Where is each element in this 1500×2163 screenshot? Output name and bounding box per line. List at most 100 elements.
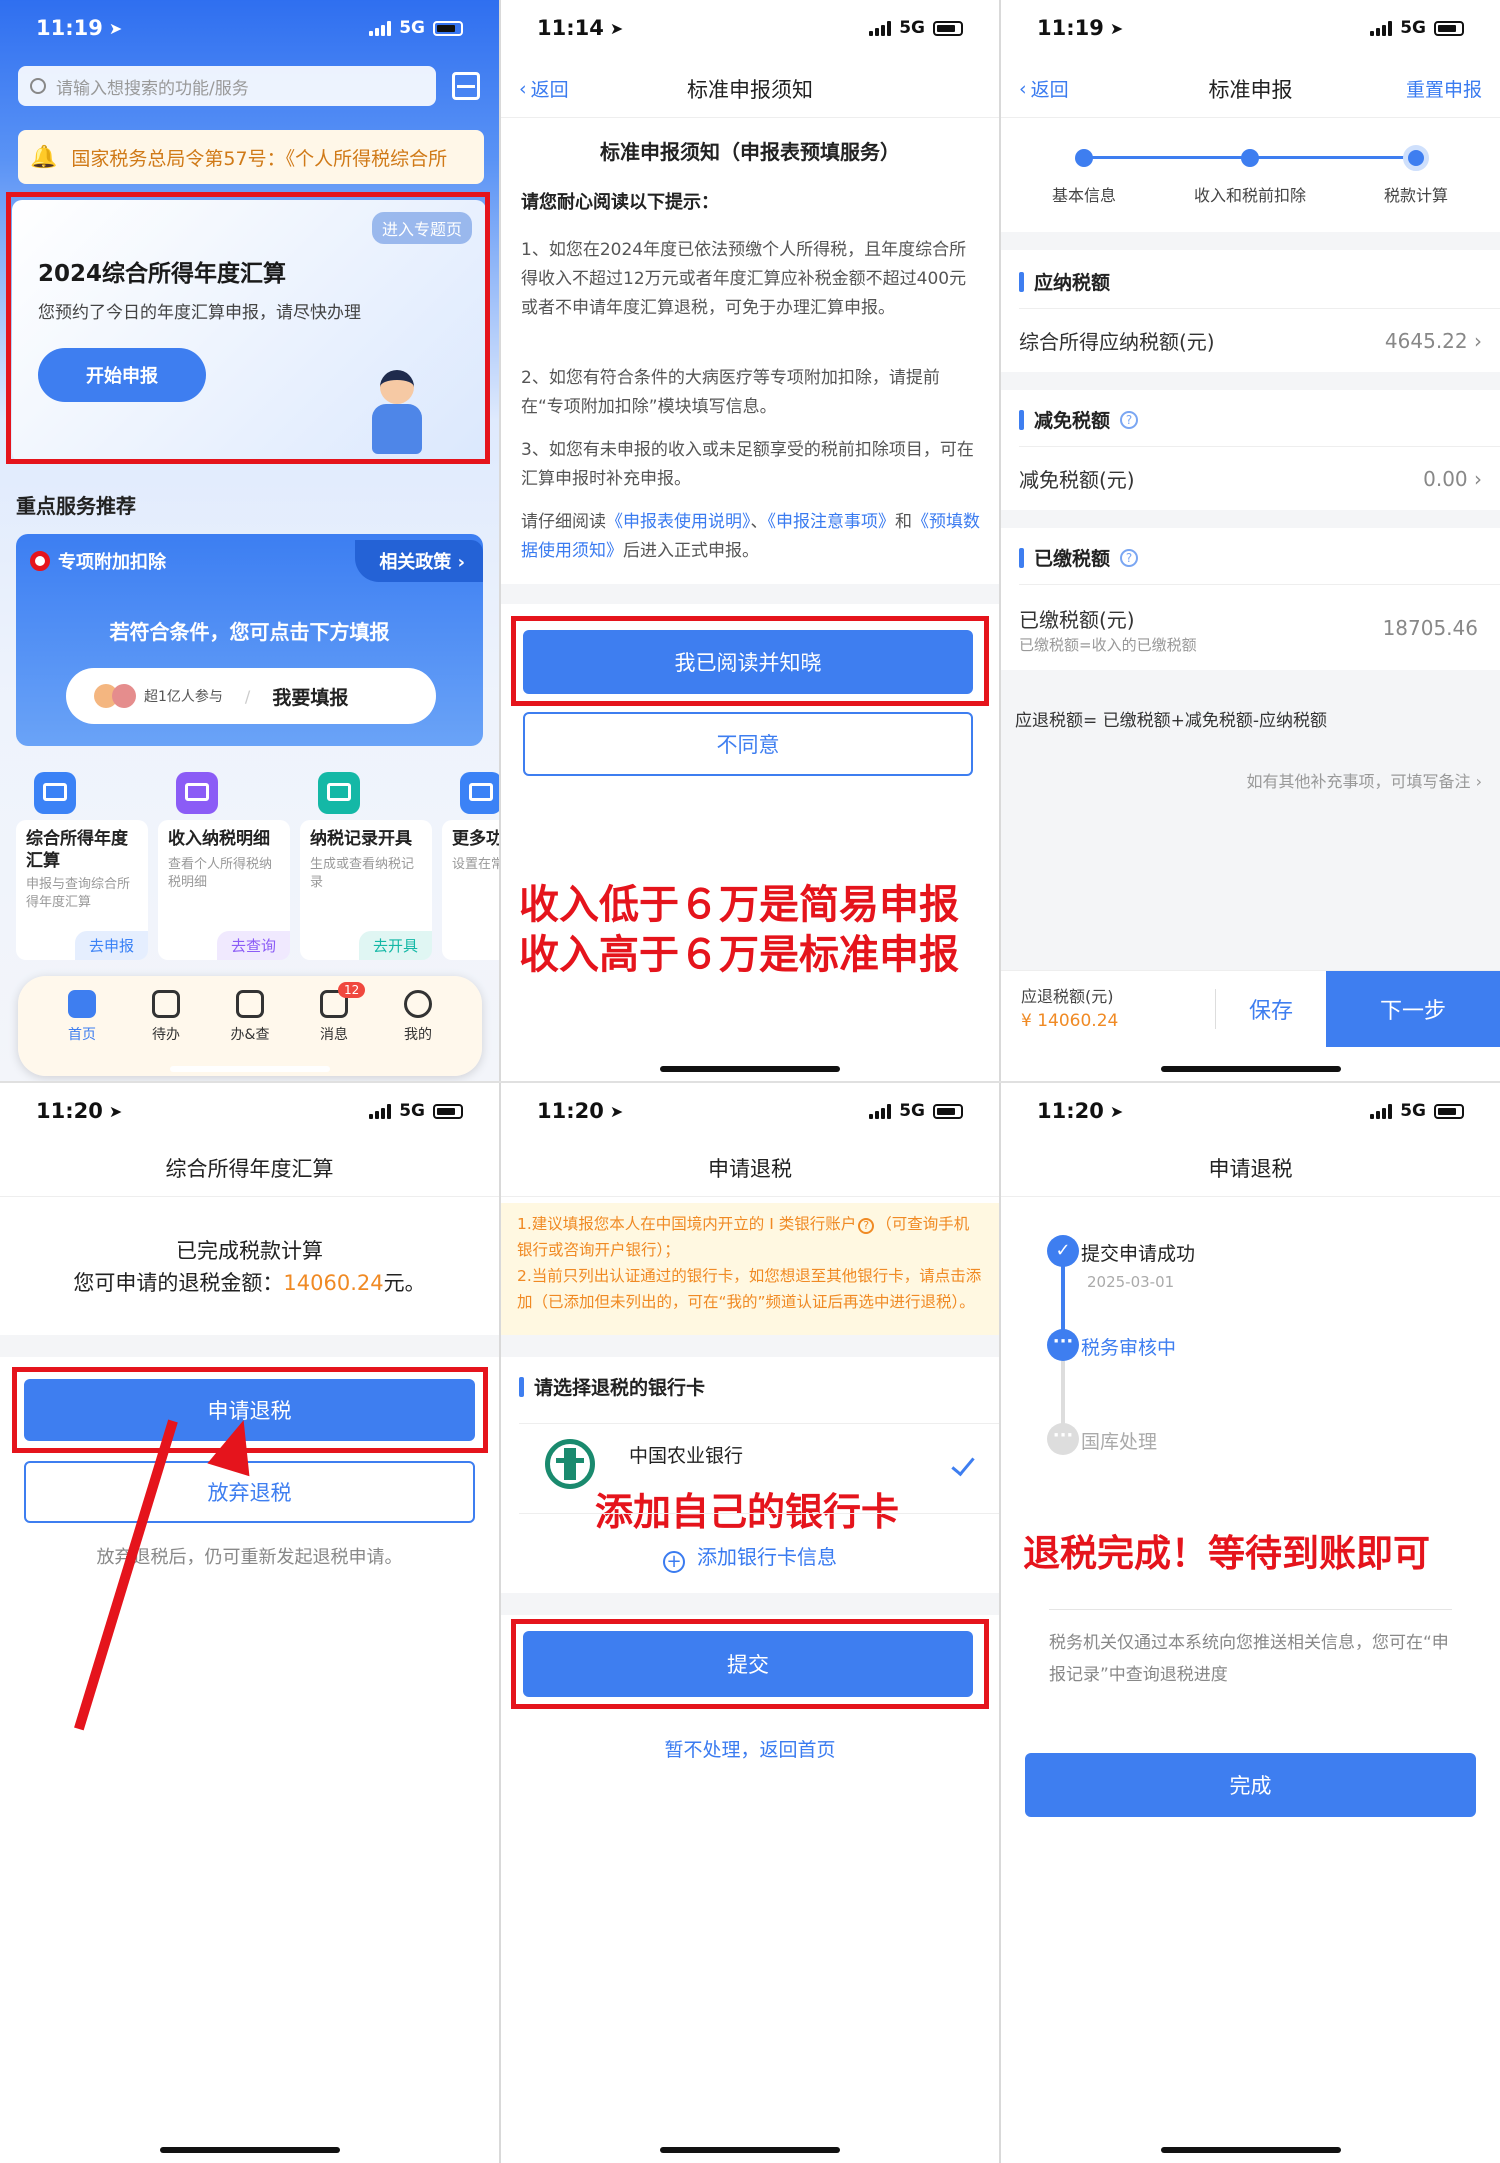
save-button[interactable]: 保存 <box>1216 971 1326 1047</box>
back-button[interactable]: ‹ 返回 <box>519 75 569 102</box>
refund-amount: ¥ 14060.24 <box>1021 1011 1119 1031</box>
service-icon <box>318 772 360 814</box>
nav-bar: 综合所得年度汇算 <box>0 1139 499 1197</box>
battery-icon <box>933 20 963 36</box>
status-bar: 11:19 ➤ 5G <box>1001 0 1500 56</box>
fill-pill[interactable]: 超1亿人参与 / 我要填报 <box>66 668 436 724</box>
avatar-icon <box>112 684 136 708</box>
help-icon[interactable]: ? <box>858 1218 875 1234</box>
stepper: 基本信息 收入和税前扣除 税款计算 <box>1001 120 1500 230</box>
service-action-button[interactable]: 去开具 <box>358 931 432 960</box>
timeline-step-label: 提交申请成功 <box>1081 1243 1196 1265</box>
service-action-button[interactable]: 去申报 <box>74 931 148 960</box>
annotation-text: 退税完成！等待到账即可 <box>1023 1532 1430 1575</box>
next-step-button[interactable]: 下一步 <box>1326 971 1500 1047</box>
link-precautions[interactable]: 《申报注意事项》 <box>768 512 896 532</box>
battery-icon <box>1434 20 1464 36</box>
done-button[interactable]: 完成 <box>1025 1753 1476 1817</box>
chevron-left-icon: ‹ <box>519 77 527 100</box>
notice-item-2: 2、如您有符合条件的大病医疗等专项附加扣除，请提前在“专项附加扣除”模块填写信息… <box>521 368 940 417</box>
status-time: 11:20 <box>36 1099 103 1123</box>
tab-2[interactable]: 办&查 <box>220 990 280 1044</box>
section-tax-paid: 已缴税额? <box>1019 544 1139 571</box>
status-time: 11:19 <box>36 16 103 40</box>
later-link[interactable]: 暂不处理，返回首页 <box>501 1735 999 1762</box>
service-card[interactable]: 收入纳税明细 查看个人所得税纳税明细 去查询 <box>158 772 290 960</box>
fill-button-label: 我要填报 <box>272 686 349 709</box>
home-indicator <box>169 1066 330 1072</box>
service-title: 纳税记录开具 <box>310 829 412 849</box>
status-bar: 11:20 ➤ 5G <box>501 1083 999 1139</box>
disagree-button[interactable]: 不同意 <box>523 712 973 776</box>
special-deduction-card[interactable]: 专项附加扣除 相关政策 › 若符合条件，您可点击下方填报 超1亿人参与 / 我要… <box>16 534 483 746</box>
notice-text: 国家税务总局令第57号：《个人所得税综合所 <box>71 147 448 170</box>
status-bar: 11:19 ➤ 5G <box>0 0 499 56</box>
add-bank-card-button[interactable]: + 添加银行卡信息 <box>501 1541 999 1573</box>
tab-4[interactable]: 我的 <box>388 990 448 1044</box>
service-icon <box>176 772 218 814</box>
highlight-agree <box>511 616 989 706</box>
search-placeholder: 请输入想搜索的功能/服务 <box>56 78 249 99</box>
status-time: 11:20 <box>1037 1099 1104 1123</box>
panel-standard-filing: 11:19 ➤ 5G ‹ 返回 标准申报 重置申报 基本信息 收入和税前扣除 税款计… <box>1001 0 1500 1081</box>
signal-icon <box>869 1103 892 1119</box>
home-indicator <box>660 2147 840 2153</box>
status-bar: 11:14 ➤ 5G <box>501 0 999 56</box>
service-card[interactable]: 更多功设置在常用功 <box>442 772 499 960</box>
screenshot-collage: 11:19 ➤ 5G 请输入想搜索的功能/服务 🔔 国家税务总局令第57号：《个人… <box>0 0 1500 2163</box>
section-tax-payable: 应纳税额 <box>1019 268 1110 295</box>
tax-payable-row[interactable]: 综合所得应纳税额(元) 4645.22 › <box>1019 326 1482 355</box>
help-icon[interactable]: ? <box>1120 410 1139 429</box>
tab-1[interactable]: 待办 <box>136 990 196 1044</box>
home-indicator <box>159 2147 340 2153</box>
policy-link[interactable]: 相关政策 › <box>355 540 483 582</box>
back-button[interactable]: ‹ 返回 <box>1019 75 1069 102</box>
service-card[interactable]: 综合所得年度汇算 申报与查询综合所得年度汇算 去申报 <box>16 772 148 960</box>
tax-paid-formula: 已缴税额=收入的已缴税额 <box>1019 636 1197 654</box>
card-title: 专项附加扣除 <box>58 552 166 573</box>
chevron-right-icon: › <box>1474 466 1482 491</box>
give-up-note: 放弃退税后，仍可重新发起退税申请。 <box>96 1547 403 1568</box>
battery-icon <box>1434 1103 1464 1119</box>
tab-3[interactable]: 消息 12 <box>304 982 366 1044</box>
tax-relief-row[interactable]: 减免税额(元) 0.00 › <box>1019 464 1482 493</box>
notice-lead: 请您耐心阅读以下提示： <box>521 192 719 213</box>
tab-label: 首页 <box>68 1027 96 1043</box>
notice-bar[interactable]: 🔔 国家税务总局令第57号：《个人所得税综合所 <box>18 130 484 184</box>
remark-link[interactable]: 如有其他补充事项，可填写备注 › <box>1247 768 1483 792</box>
refund-amount: 14060.24 <box>283 1271 384 1295</box>
tip-1: 1.建议填报您本人在中国境内开立的 I 类银行账户 <box>517 1215 857 1233</box>
reset-filing-button[interactable]: 重置申报 <box>1406 75 1482 102</box>
status-bar: 11:20 ➤ 5G <box>1001 1083 1500 1139</box>
section-title: 重点服务推荐 <box>16 494 136 518</box>
tab-label: 办&查 <box>230 1027 270 1043</box>
signal-icon <box>369 1103 392 1119</box>
progress-timeline: ✓ 提交申请成功 2025-03-01 ··· 税务审核中 ··· 国库处理 <box>1001 1203 1500 1463</box>
search-bar[interactable]: 请输入想搜索的功能/服务 <box>18 66 436 106</box>
scan-icon[interactable] <box>452 72 480 100</box>
bell-icon: 🔔 <box>30 144 58 170</box>
step-label: 基本信息 <box>1051 186 1116 205</box>
service-desc: 设置在常用功 <box>452 857 499 872</box>
home-indicator <box>660 1066 840 1072</box>
timeline-step-label: 国库处理 <box>1081 1431 1158 1453</box>
help-icon[interactable]: ? <box>1120 548 1139 567</box>
refund-formula: 应退税额= 已缴税额+减免税额-应纳税额 <box>1015 711 1328 731</box>
panel-apply-refund: 11:20 ➤ 5G 申请退税 1.建议填报您本人在中国境内开立的 I 类银行账户… <box>501 1083 999 2163</box>
tab-label: 消息 <box>320 1027 348 1043</box>
service-action-button[interactable]: 去查询 <box>216 931 290 960</box>
notice-read-links: 请仔细阅读《申报表使用说明》、《申报注意事项》和《预填数据使用须知》后进入正式申… <box>521 512 980 561</box>
bank-name: 中国农业银行 <box>629 1445 744 1467</box>
page-title: 综合所得年度汇算 <box>165 1156 334 1181</box>
notice-item-3: 3、如您有未申报的收入或未足额享受的税前扣除项目，可在汇算申报时补充申报。 <box>521 440 974 489</box>
panel-home: 11:19 ➤ 5G 请输入想搜索的功能/服务 🔔 国家税务总局令第57号：《个人… <box>0 0 499 1081</box>
battery-icon <box>433 20 463 36</box>
section-tax-relief: 减免税额? <box>1019 406 1139 433</box>
refund-amount-line: 您可申请的退税金额：14060.24元。 <box>73 1271 426 1295</box>
link-form-guide[interactable]: 《申报表使用说明》 <box>606 512 751 532</box>
service-card[interactable]: 纳税记录开具 生成或查看纳税记录 去开具 <box>300 772 432 960</box>
tab-0[interactable]: 首页 <box>52 990 112 1044</box>
notice-item-1: 1、如您在2024年度已依法预缴个人所得税，且年度综合所得收入不超过12万元或者… <box>521 240 967 318</box>
annotation-text: 收入高于６万是标准申报 <box>519 932 959 978</box>
service-title: 综合所得年度汇算 <box>26 829 128 871</box>
